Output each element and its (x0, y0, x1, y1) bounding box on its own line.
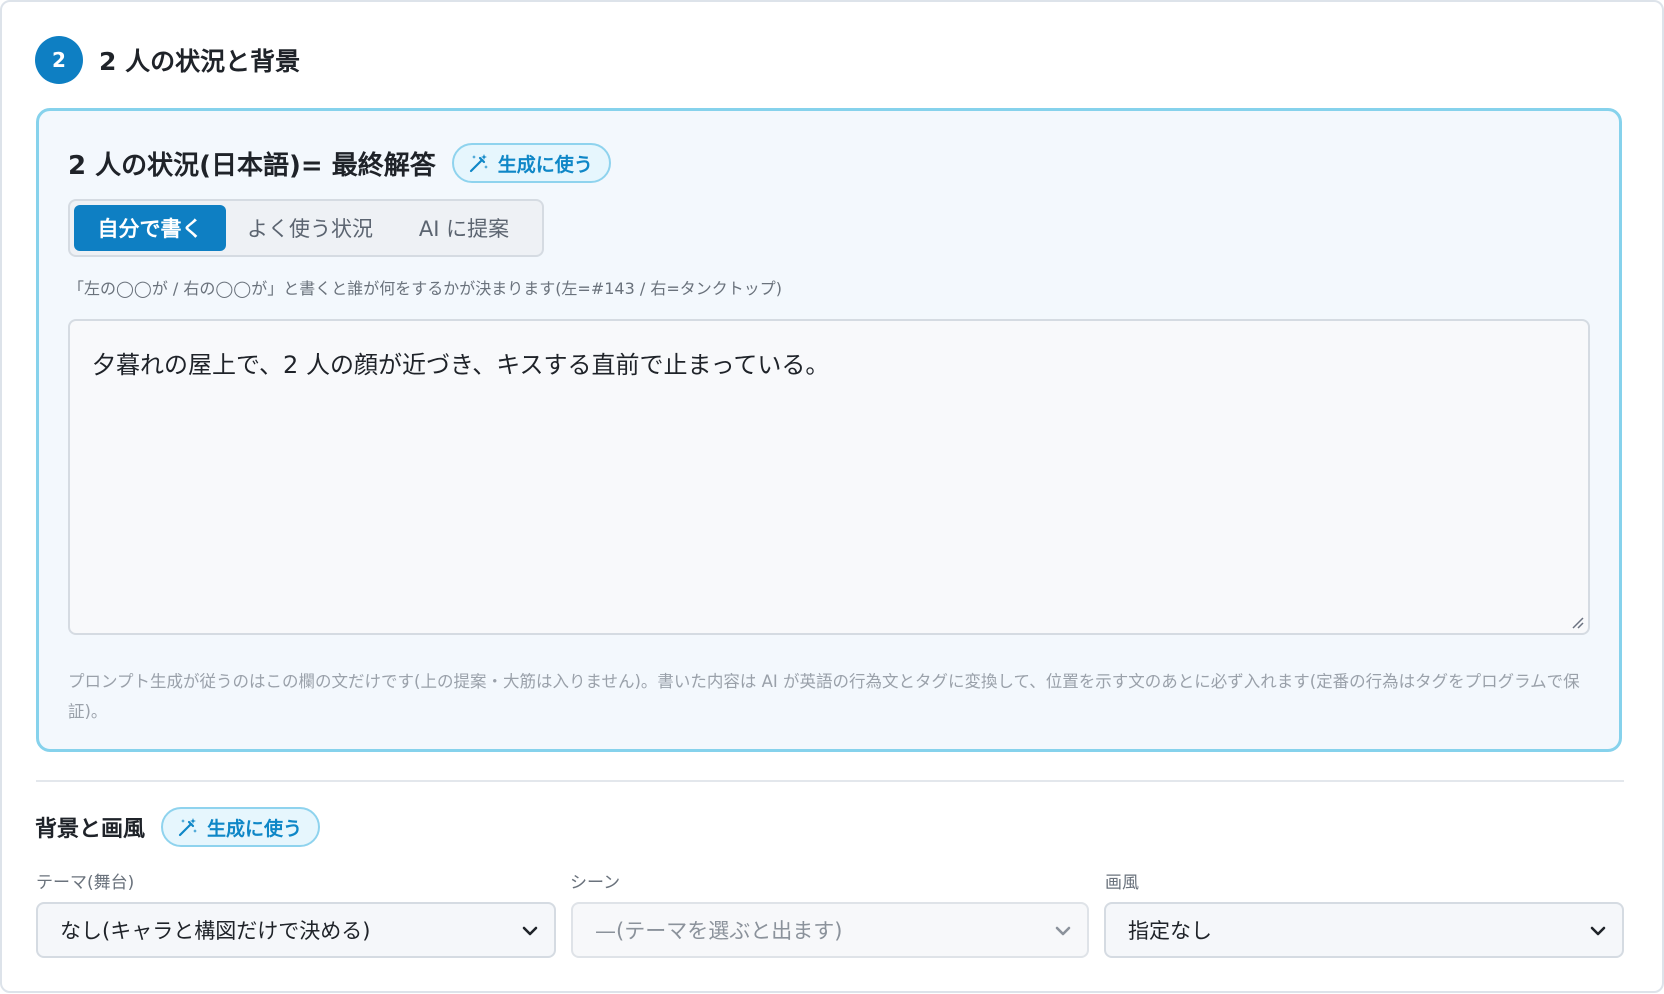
scene-label: シーン (570, 873, 621, 893)
art-style-select[interactable]: 指定なし (1104, 902, 1624, 958)
chevron-down-icon (522, 926, 538, 936)
tab-common-situations[interactable]: よく使う状況 (226, 205, 394, 251)
divider (36, 780, 1624, 782)
scene-select[interactable]: —(テーマを選ぶと出ます) (571, 902, 1089, 958)
background-style-title: 背景と画風 (35, 817, 146, 842)
use-for-generation-toggle[interactable]: 生成に使う (451, 143, 611, 183)
section-header: 2 2 人の状況と背景 (35, 36, 300, 84)
chevron-down-icon (1590, 926, 1606, 936)
section-title: 2 人の状況と背景 (99, 47, 301, 76)
theme-select[interactable]: なし(キャラと構図だけで決める) (36, 902, 556, 958)
situation-panel-header: 2 人の状況(日本語)= 最終解答 生成に使う (68, 143, 611, 183)
background-style-header: 背景と画風 生成に使う (35, 807, 321, 847)
tab-write-yourself[interactable]: 自分で書く (74, 205, 226, 251)
theme-select-value: なし(キャラと構図だけで決める) (60, 919, 371, 943)
use-for-generation-label: 生成に使う (497, 153, 593, 176)
background-use-for-generation-toggle[interactable]: 生成に使う (161, 807, 321, 847)
situation-textarea[interactable]: 夕暮れの屋上で、2 人の顔が近づき、キスする直前で止まっている。 (68, 319, 1590, 635)
situation-hint: 「左の◯◯が / 右の◯◯が」と書くと誰が何をするかが決まります(左=#143 … (68, 279, 782, 298)
situation-text-value: 夕暮れの屋上で、2 人の顔が近づき、キスする直前で止まっている。 (92, 351, 830, 379)
chevron-down-icon (1055, 926, 1071, 936)
scene-select-value: —(テーマを選ぶと出ます) (595, 919, 843, 943)
situation-panel: 2 人の状況(日本語)= 最終解答 生成に使う 自分で書く よく使う状況 AI … (36, 108, 1622, 752)
situation-mode-tabs: 自分で書く よく使う状況 AI に提案 (68, 199, 544, 257)
situation-title: 2 人の状況(日本語)= 最終解答 (68, 150, 436, 181)
magic-wand-icon (469, 154, 488, 173)
situation-background-card: 2 2 人の状況と背景 2 人の状況(日本語)= 最終解答 生成に使う 自分で書… (0, 0, 1664, 993)
tab-ai-suggest[interactable]: AI に提案 (394, 205, 534, 251)
background-use-for-generation-label: 生成に使う (207, 817, 303, 840)
theme-label: テーマ(舞台) (36, 873, 135, 893)
magic-wand-icon (178, 818, 198, 837)
situation-note: プロンプト生成が従うのはこの欄の文だけです(上の提案・大筋は入りません)。書いた… (68, 672, 1580, 721)
step-badge: 2 (35, 36, 83, 84)
art-style-label: 画風 (1105, 873, 1139, 893)
resize-grip-icon[interactable] (1570, 615, 1584, 629)
art-style-select-value: 指定なし (1128, 919, 1212, 943)
